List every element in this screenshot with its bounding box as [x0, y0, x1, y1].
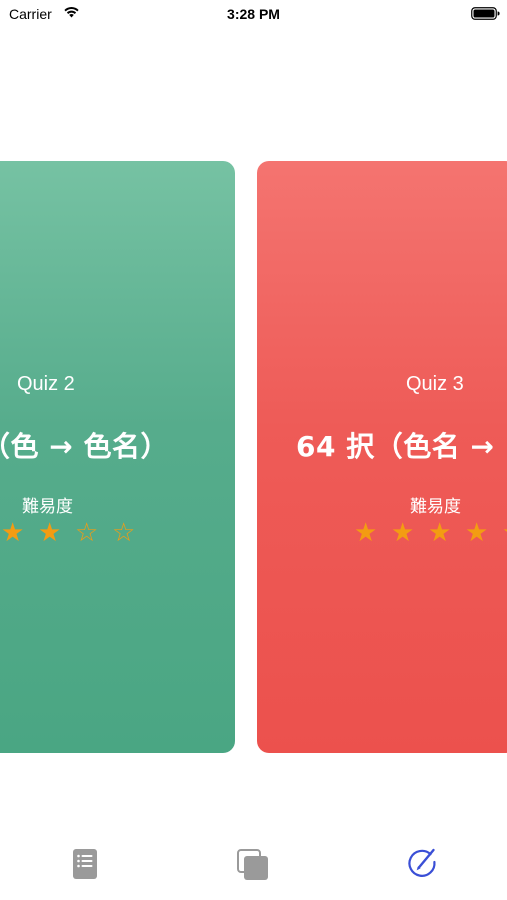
- difficulty-rating: ★ ★ ☆ ☆: [1, 518, 149, 548]
- star-filled-icon: ★: [354, 518, 378, 548]
- difficulty-rating: ★ ★ ★ ★ ★: [354, 518, 507, 548]
- star-filled-icon: ★: [465, 518, 489, 548]
- tab-bar: [0, 830, 507, 900]
- quiz-edit-icon: [408, 848, 436, 877]
- star-filled-icon: ★: [502, 518, 507, 548]
- star-filled-icon: ★: [428, 518, 452, 548]
- star-empty-icon: ☆: [112, 518, 136, 548]
- quiz-card-3[interactable]: Quiz 3 64 択（色名 → 難易度 ★ ★ ★ ★ ★: [257, 161, 507, 753]
- clock: 3:28 PM: [227, 6, 280, 22]
- list-icon: [73, 849, 97, 879]
- quiz-title: （色 → 色名）: [0, 430, 169, 463]
- battery-icon: [471, 7, 500, 20]
- quiz-number-label: Quiz 3: [406, 373, 464, 395]
- cards-icon: [237, 849, 268, 880]
- quiz-title: 64 択（色名 →: [296, 430, 495, 463]
- tab-quiz[interactable]: [404, 845, 440, 881]
- star-filled-icon: ★: [38, 518, 62, 548]
- screen: Carrier 3:28 PM Quiz 2 （色 → 色名） 難易度 ★ ★ ☆ ☆…: [0, 0, 507, 900]
- star-filled-icon: ★: [391, 518, 415, 548]
- quiz-number-label: Quiz 2: [17, 373, 75, 395]
- tab-list[interactable]: [67, 845, 103, 881]
- status-bar: Carrier 3:28 PM: [0, 0, 507, 28]
- difficulty-label: 難易度: [22, 497, 73, 517]
- difficulty-label: 難易度: [410, 497, 461, 517]
- star-filled-icon: ★: [1, 518, 25, 548]
- quiz-card-2[interactable]: Quiz 2 （色 → 色名） 難易度 ★ ★ ☆ ☆: [0, 161, 235, 753]
- tab-cards[interactable]: [235, 845, 271, 881]
- star-empty-icon: ☆: [75, 518, 99, 548]
